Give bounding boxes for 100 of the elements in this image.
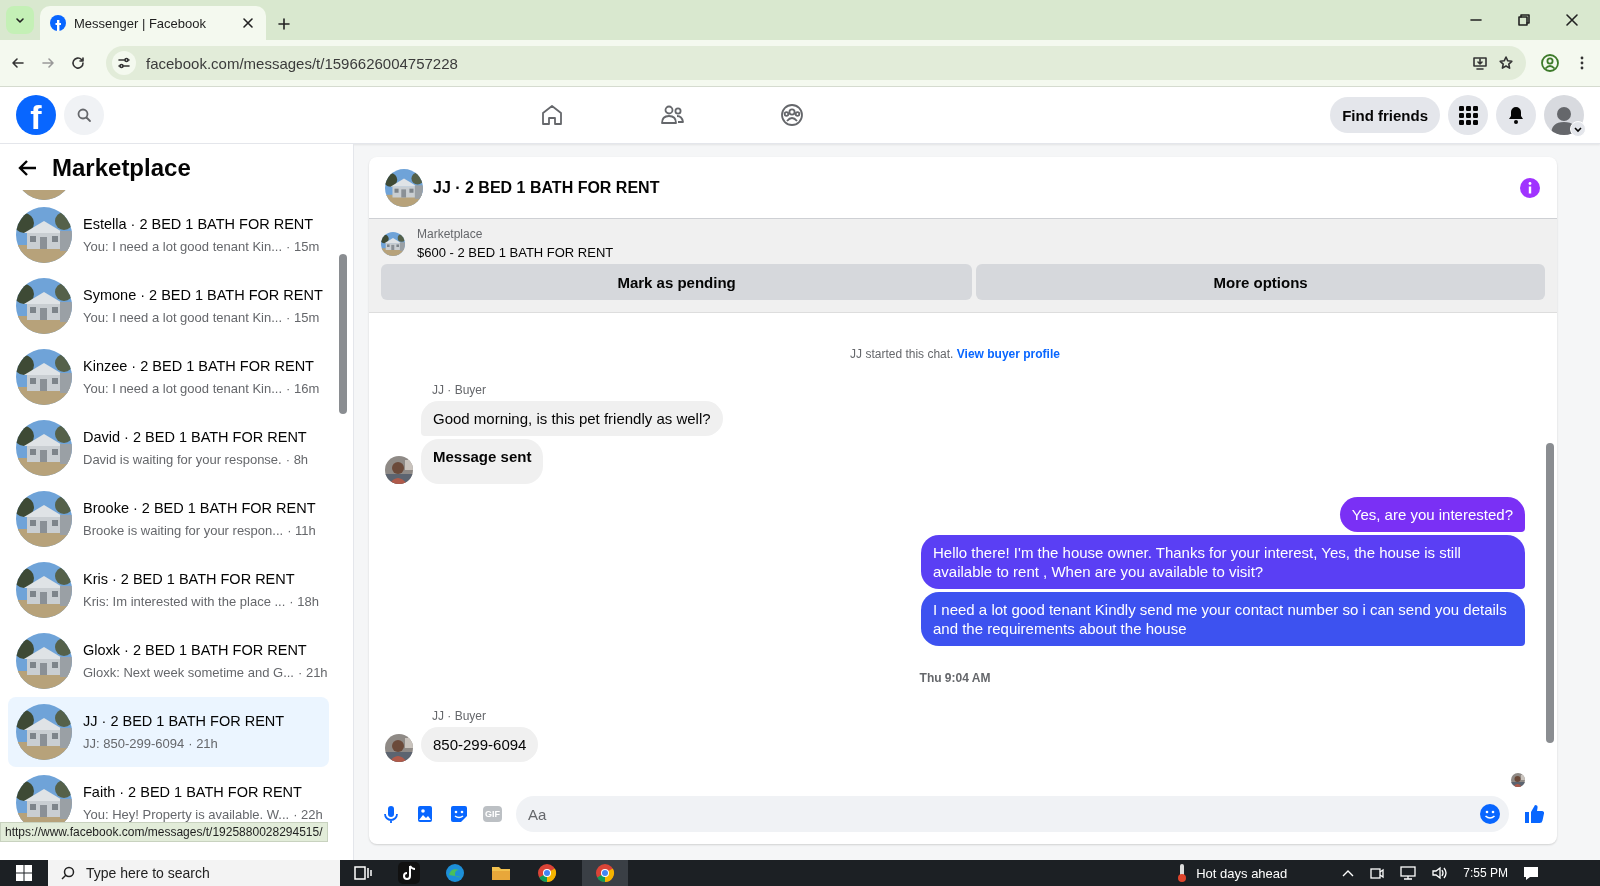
conversation-item[interactable]: David · 2 BED 1 BATH FOR RENT David is waiting for your response. · 8h <box>8 413 329 483</box>
message-preview: You: I need a lot good tenant Kin... <box>83 309 282 326</box>
new-tab-icon <box>276 16 292 32</box>
listing-name: $600 - 2 BED 1 BATH FOR RENT <box>417 245 614 260</box>
star-icon[interactable] <box>1498 55 1514 71</box>
conversation-title: Symone · 2 BED 1 BATH FOR RENT <box>83 286 321 305</box>
chat-title: JJ · 2 BED 1 BATH FOR RENT <box>433 178 661 197</box>
message-bubble: I need a lot good tenant Kindly send me your contact number so i can send you details and the requirements about the house <box>921 592 1525 646</box>
forward-icon[interactable] <box>40 55 56 71</box>
thumbs-up-icon[interactable] <box>1523 803 1545 825</box>
facebook-logo[interactable]: f <box>16 95 56 135</box>
bell-icon <box>1506 105 1526 125</box>
clock-time[interactable]: 7:55 PM <box>1463 866 1508 880</box>
thermometer-icon <box>1176 863 1189 883</box>
conversation-title: Brooke · 2 BED 1 BATH FOR RENT <box>83 499 317 518</box>
conversation-item[interactable]: Symone · 2 BED 1 BATH FOR RENT You: I need a lot good tenant Kin... · 15m <box>8 271 329 341</box>
message-bubble: Yes, are you interested? <box>1339 497 1525 532</box>
tab-list-button[interactable] <box>6 6 34 34</box>
close-icon <box>240 15 256 31</box>
message-field[interactable]: Aa <box>516 796 1509 832</box>
message-preview: Gloxk: Next week sometime and G... <box>83 664 294 681</box>
search-icon <box>76 107 92 123</box>
notification-icon[interactable] <box>1522 865 1540 881</box>
windows-icon <box>16 865 32 881</box>
conversation-item[interactable]: Kinzee · 2 BED 1 BATH FOR RENT You: I need a lot good tenant Kin... · 16m <box>8 342 329 412</box>
address-bar[interactable]: facebook.com/messages/t/1596626004757228 <box>106 46 1526 80</box>
sticker-icon[interactable] <box>449 804 469 824</box>
message-time: · 15m <box>286 238 320 255</box>
message-preview: Kris: Im interested with the place ... <box>83 593 286 610</box>
message-time: · 21h <box>297 664 328 681</box>
listing-label: Marketplace <box>417 227 484 241</box>
action-button[interactable]: More options <box>976 264 1545 300</box>
info-icon[interactable] <box>1519 176 1541 199</box>
message-preview: You: I need a lot good tenant Kin... <box>83 238 282 255</box>
sidebar-title: Marketplace <box>52 154 191 182</box>
buyer-profile-link[interactable]: View buyer profile <box>956 347 1060 361</box>
profile-icon[interactable] <box>1540 53 1560 73</box>
message-preview: You: Hey! Property is available. W... <box>83 806 290 823</box>
message-bubble: Hello there! I'm the house owner. Thanks for your interest, Yes, the house is still available to rent , When are you available to visit? <box>921 535 1525 589</box>
message-bubble: Good morning, is this pet friendly as well? <box>421 401 723 436</box>
message-time: · 11h <box>287 522 316 539</box>
browser-swirl-icon[interactable] <box>444 862 466 884</box>
message-time: · 16m <box>286 380 320 397</box>
conversation-title: Gloxk · 2 BED 1 BATH FOR RENT <box>83 641 308 660</box>
message-bubble: Message sent <box>421 439 544 484</box>
reload-icon[interactable] <box>70 55 86 71</box>
sender-label: JJ · Buyer <box>432 383 487 397</box>
emoji-icon[interactable] <box>1479 803 1501 825</box>
message-time: · 18h <box>289 593 319 610</box>
conversation-title: JJ · 2 BED 1 BATH FOR RENT <box>83 712 286 731</box>
chevron-down-icon <box>1573 124 1583 134</box>
weather-text: Hot days ahead <box>1196 865 1288 881</box>
timestamp: Thu 9:04 AM <box>918 671 992 685</box>
back-icon[interactable] <box>10 55 26 71</box>
message-preview: David is waiting for your response. <box>83 451 282 468</box>
sender-label: JJ · Buyer <box>432 709 487 723</box>
camera-icon[interactable] <box>1369 865 1386 881</box>
message-preview: JJ: 850-299-6094 <box>83 735 185 752</box>
install-icon[interactable] <box>1472 55 1488 71</box>
grid-icon <box>1458 105 1478 125</box>
close-icon[interactable] <box>1564 12 1580 28</box>
conversation-item[interactable]: Brooke · 2 BED 1 BATH FOR RENT Brooke is waiting for your respon... · 11h <box>8 484 329 554</box>
conversation-item[interactable]: Estella · 2 BED 1 BATH FOR RENT You: I need a lot good tenant Kin... · 15m <box>8 200 329 270</box>
message-preview: Brooke is waiting for your respon... <box>83 522 284 539</box>
message-bubble: 850-299-6094 <box>421 727 539 762</box>
taskbar-search-field[interactable]: Type here to search <box>48 860 340 886</box>
chrome-icon[interactable] <box>594 862 616 884</box>
back-arrow-icon[interactable] <box>18 158 38 178</box>
conversation-item[interactable]: JJ · 2 BED 1 BATH FOR RENT JJ: 850-299-6094 · 21h <box>8 697 329 767</box>
find-friends-button[interactable]: Find friends <box>1330 97 1440 133</box>
conversation-title: Kris · 2 BED 1 BATH FOR RENT <box>83 570 296 589</box>
link-preview-tooltip: https://www.facebook.com/messages/t/1925880028294515/ <box>0 822 328 842</box>
conversation-item[interactable]: Kris · 2 BED 1 BATH FOR RENT Kris: Im interested with the place ... · 18h <box>8 555 329 625</box>
network-icon[interactable] <box>1399 865 1418 881</box>
message-time: · 22h <box>293 806 323 823</box>
chat-notice: JJ started this chat. View buyer profile <box>849 347 1061 361</box>
conversation-title: Kinzee · 2 BED 1 BATH FOR RENT <box>83 357 315 376</box>
message-time: · 21h <box>188 735 218 752</box>
conversation-title: Estella · 2 BED 1 BATH FOR RENT <box>83 215 315 234</box>
search-button[interactable] <box>64 95 104 135</box>
chrome-icon[interactable] <box>536 862 558 884</box>
image-icon[interactable] <box>415 804 435 824</box>
message-preview: You: I need a lot good tenant Kin... <box>83 380 282 397</box>
microphone-icon[interactable] <box>381 804 401 824</box>
menu-button[interactable] <box>1448 95 1488 135</box>
site-settings-icon <box>116 55 132 71</box>
conversation-item[interactable]: Gloxk · 2 BED 1 BATH FOR RENT Gloxk: Next week sometime and G... · 21h <box>8 626 329 696</box>
volume-icon[interactable] <box>1431 865 1450 881</box>
message-time: · 15m <box>286 309 320 326</box>
action-button[interactable]: Mark as pending <box>381 264 973 300</box>
conversation-title: Faith · 2 BED 1 BATH FOR RENT <box>83 783 303 802</box>
music-note-icon[interactable] <box>398 862 420 884</box>
browser-tab[interactable]: Messenger | Facebook <box>40 6 266 40</box>
account-button[interactable] <box>1544 95 1584 135</box>
search-icon <box>60 865 76 881</box>
favicon-icon <box>50 15 66 31</box>
conversation-title: David · 2 BED 1 BATH FOR RENT <box>83 428 308 447</box>
restore-icon[interactable] <box>1516 12 1532 28</box>
notifications-button[interactable] <box>1496 95 1536 135</box>
message-time: · 8h <box>285 451 309 468</box>
